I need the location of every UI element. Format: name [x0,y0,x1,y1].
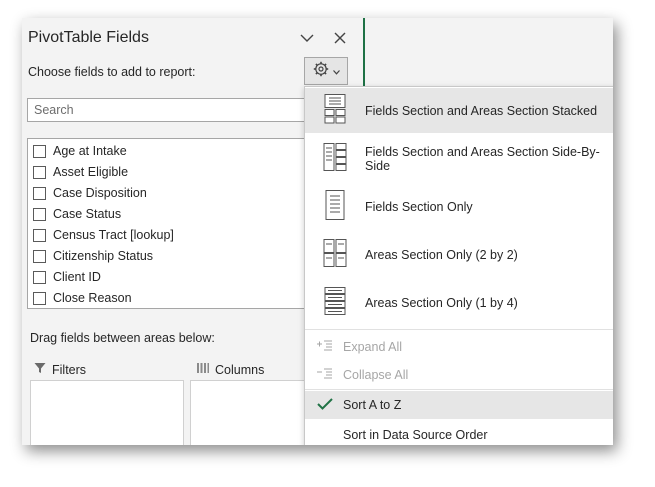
field-label: Close Reason [53,291,132,305]
menu-item-label: Collapse All [343,368,409,382]
search-input[interactable]: Search [27,98,317,122]
field-item[interactable]: Case Disposition [33,184,147,202]
menu-item-label: Areas Section Only (1 by 4) [365,295,518,310]
checkbox[interactable] [33,207,46,221]
field-item[interactable]: Case Status [33,205,121,223]
field-item[interactable]: Age at Intake [33,142,127,160]
choose-fields-label: Choose fields to add to report: [28,65,196,79]
checkbox[interactable] [33,291,46,305]
filter-icon [34,362,46,377]
checkbox[interactable] [33,186,46,200]
field-item[interactable]: Client ID [33,268,101,286]
field-label: Client ID [53,270,101,284]
menu-item-label: Fields Section and Areas Section Stacked [365,103,598,118]
menu-item-label: Sort A to Z [343,398,402,412]
menu-item-fields-only[interactable]: Fields Section Only [305,184,613,229]
gear-icon [313,61,329,82]
menu-item-expand-all[interactable]: Expand All [305,335,613,359]
layout-side-by-side-icon [323,143,347,174]
field-label: Case Disposition [53,186,147,200]
field-label: Case Status [53,207,122,221]
checkbox[interactable] [33,144,46,158]
field-item[interactable]: Asset Eligible [33,163,128,181]
checkbox[interactable] [33,165,46,179]
drag-fields-label: Drag fields between areas below: [30,331,215,345]
menu-separator [305,329,613,330]
filters-label: Filters [52,362,87,377]
layout-stacked-icon [323,94,347,127]
menu-item-areas-1by4[interactable]: Areas Section Only (1 by 4) [305,280,613,325]
field-label: Asset Eligible [53,165,129,179]
field-label: Age at Intake [53,144,127,158]
menu-item-label: Fields Section Only [365,199,473,214]
columns-icon [197,362,209,377]
menu-item-sort-source[interactable]: Sort in Data Source Order [305,421,613,445]
menu-item-collapse-all[interactable]: Collapse All [305,363,613,387]
menu-item-label: Fields Section and Areas Section Side-By… [365,144,600,173]
checkbox[interactable] [33,249,46,263]
field-item[interactable]: Census Tract [lookup] [33,226,174,244]
columns-label: Columns [215,362,265,377]
columns-drop-area[interactable] [190,380,310,445]
expand-all-icon [317,340,333,355]
menu-item-label: Sort in Data Source Order [343,428,488,442]
layout-1by4-icon [323,287,347,318]
layout-2by2-icon [323,239,347,270]
checkbox[interactable] [33,228,46,242]
checkbox[interactable] [33,270,46,284]
field-item[interactable]: Close Reason [33,289,132,307]
pane-title: PivotTable Fields [28,29,149,46]
layout-fields-only-icon [323,190,347,223]
field-label: Citizenship Status [53,249,154,263]
sheet-border [363,18,365,88]
tools-button[interactable] [304,57,348,85]
pivot-fields-window: PivotTable Fields Choose fields to add t… [22,18,613,445]
close-icon[interactable] [330,28,350,48]
menu-item-side-by-side[interactable]: Fields Section and Areas Section Side-By… [305,136,613,181]
tools-menu: Fields Section and Areas Section Stacked… [304,86,613,445]
menu-item-label: Expand All [343,340,403,354]
dropdown-arrow-icon [332,62,340,80]
chevron-down-icon[interactable] [297,28,317,48]
menu-item-label: Areas Section Only (2 by 2) [365,247,518,262]
menu-item-stacked[interactable]: Fields Section and Areas Section Stacked [305,88,613,133]
field-label: Census Tract [lookup] [53,228,174,242]
filters-header: Filters [34,362,86,377]
columns-header: Columns [197,362,264,377]
menu-item-areas-2by2[interactable]: Areas Section Only (2 by 2) [305,232,613,277]
menu-item-sort-az[interactable]: Sort A to Z [305,391,613,419]
filters-drop-area[interactable] [30,380,184,445]
collapse-all-icon [317,368,333,383]
checkmark-icon [317,397,333,413]
field-item[interactable]: Citizenship Status [33,247,153,265]
menu-separator [305,389,613,390]
field-list: Age at Intake Asset Eligible Case Dispos… [27,138,317,309]
